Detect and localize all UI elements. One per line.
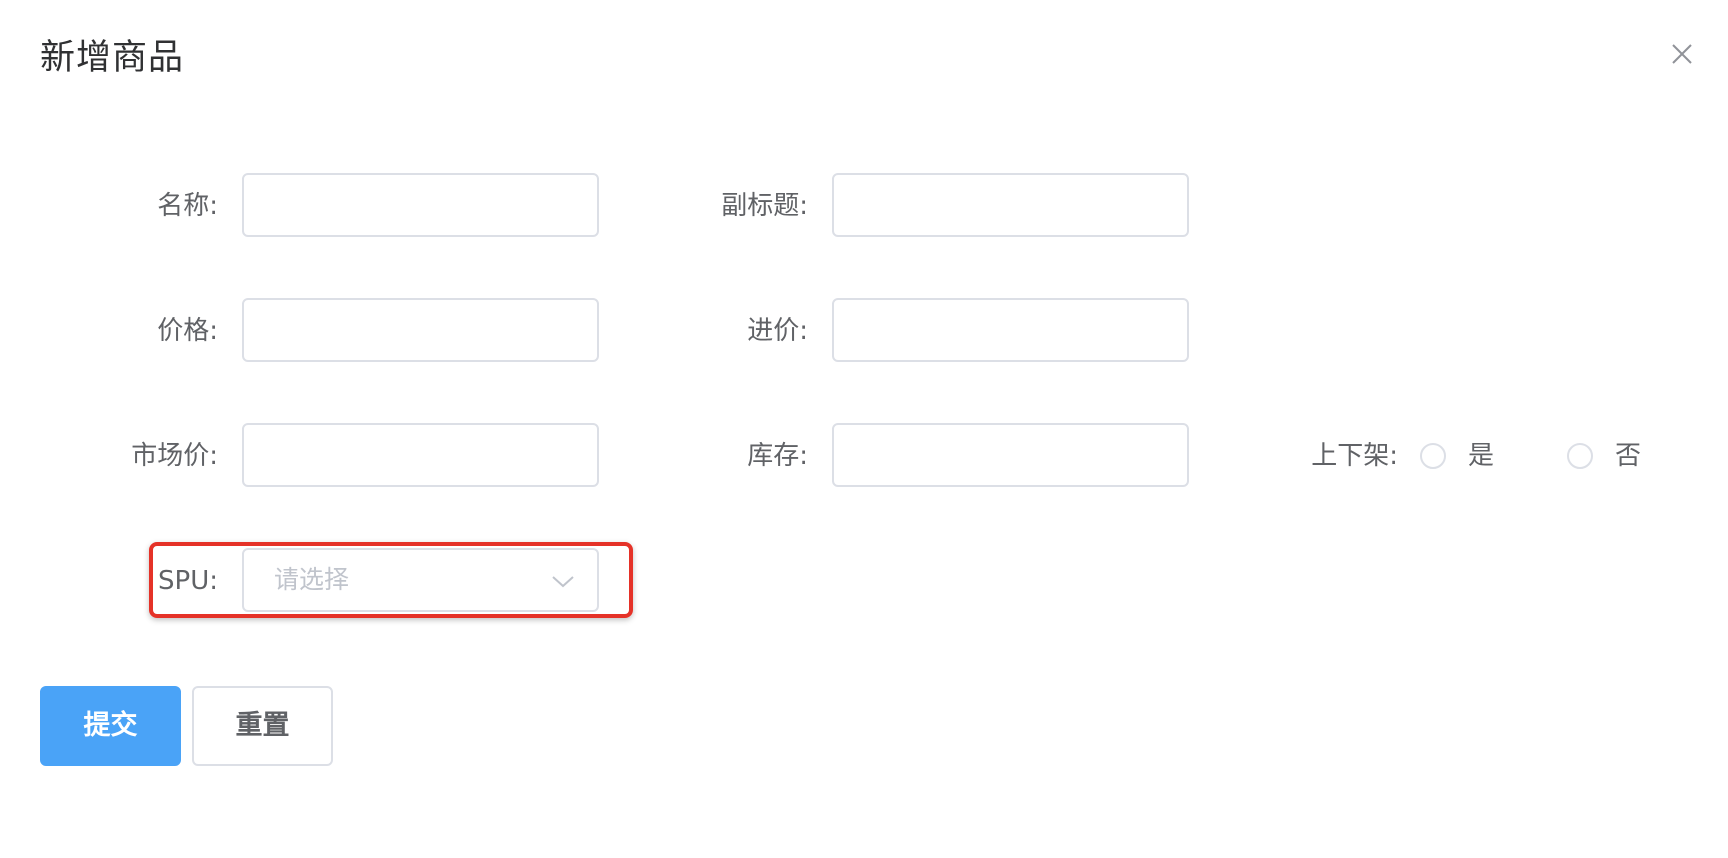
name-label: 名称:	[157, 191, 218, 221]
spu-select-placeholder: 请选择	[274, 565, 350, 594]
cost-price-label: 进价:	[747, 316, 808, 346]
reset-button[interactable]: 重置	[192, 686, 333, 766]
price-label: 价格:	[157, 316, 218, 346]
on-shelf-label: 上下架:	[1311, 441, 1398, 471]
submit-button[interactable]: 提交	[40, 686, 181, 766]
dialog-title: 新增商品	[40, 38, 185, 78]
chevron-down-icon	[552, 576, 574, 588]
on-shelf-yes-radio[interactable]	[1420, 443, 1446, 469]
cost-price-input[interactable]	[832, 298, 1189, 362]
market-price-label: 市场价:	[131, 441, 218, 471]
name-input[interactable]	[242, 173, 599, 237]
spu-label: SPU:	[158, 566, 218, 596]
subtitle-input[interactable]	[832, 173, 1189, 237]
close-icon	[1672, 44, 1692, 64]
on-shelf-no-radio[interactable]	[1567, 443, 1593, 469]
price-input[interactable]	[242, 298, 599, 362]
market-price-input[interactable]	[242, 423, 599, 487]
stock-input[interactable]	[832, 423, 1189, 487]
on-shelf-no-label[interactable]: 否	[1615, 439, 1641, 473]
close-button[interactable]	[1666, 38, 1698, 70]
on-shelf-yes-label[interactable]: 是	[1468, 439, 1494, 473]
stock-label: 库存:	[747, 441, 808, 471]
subtitle-label: 副标题:	[721, 191, 808, 221]
spu-select[interactable]: 请选择	[242, 548, 599, 612]
